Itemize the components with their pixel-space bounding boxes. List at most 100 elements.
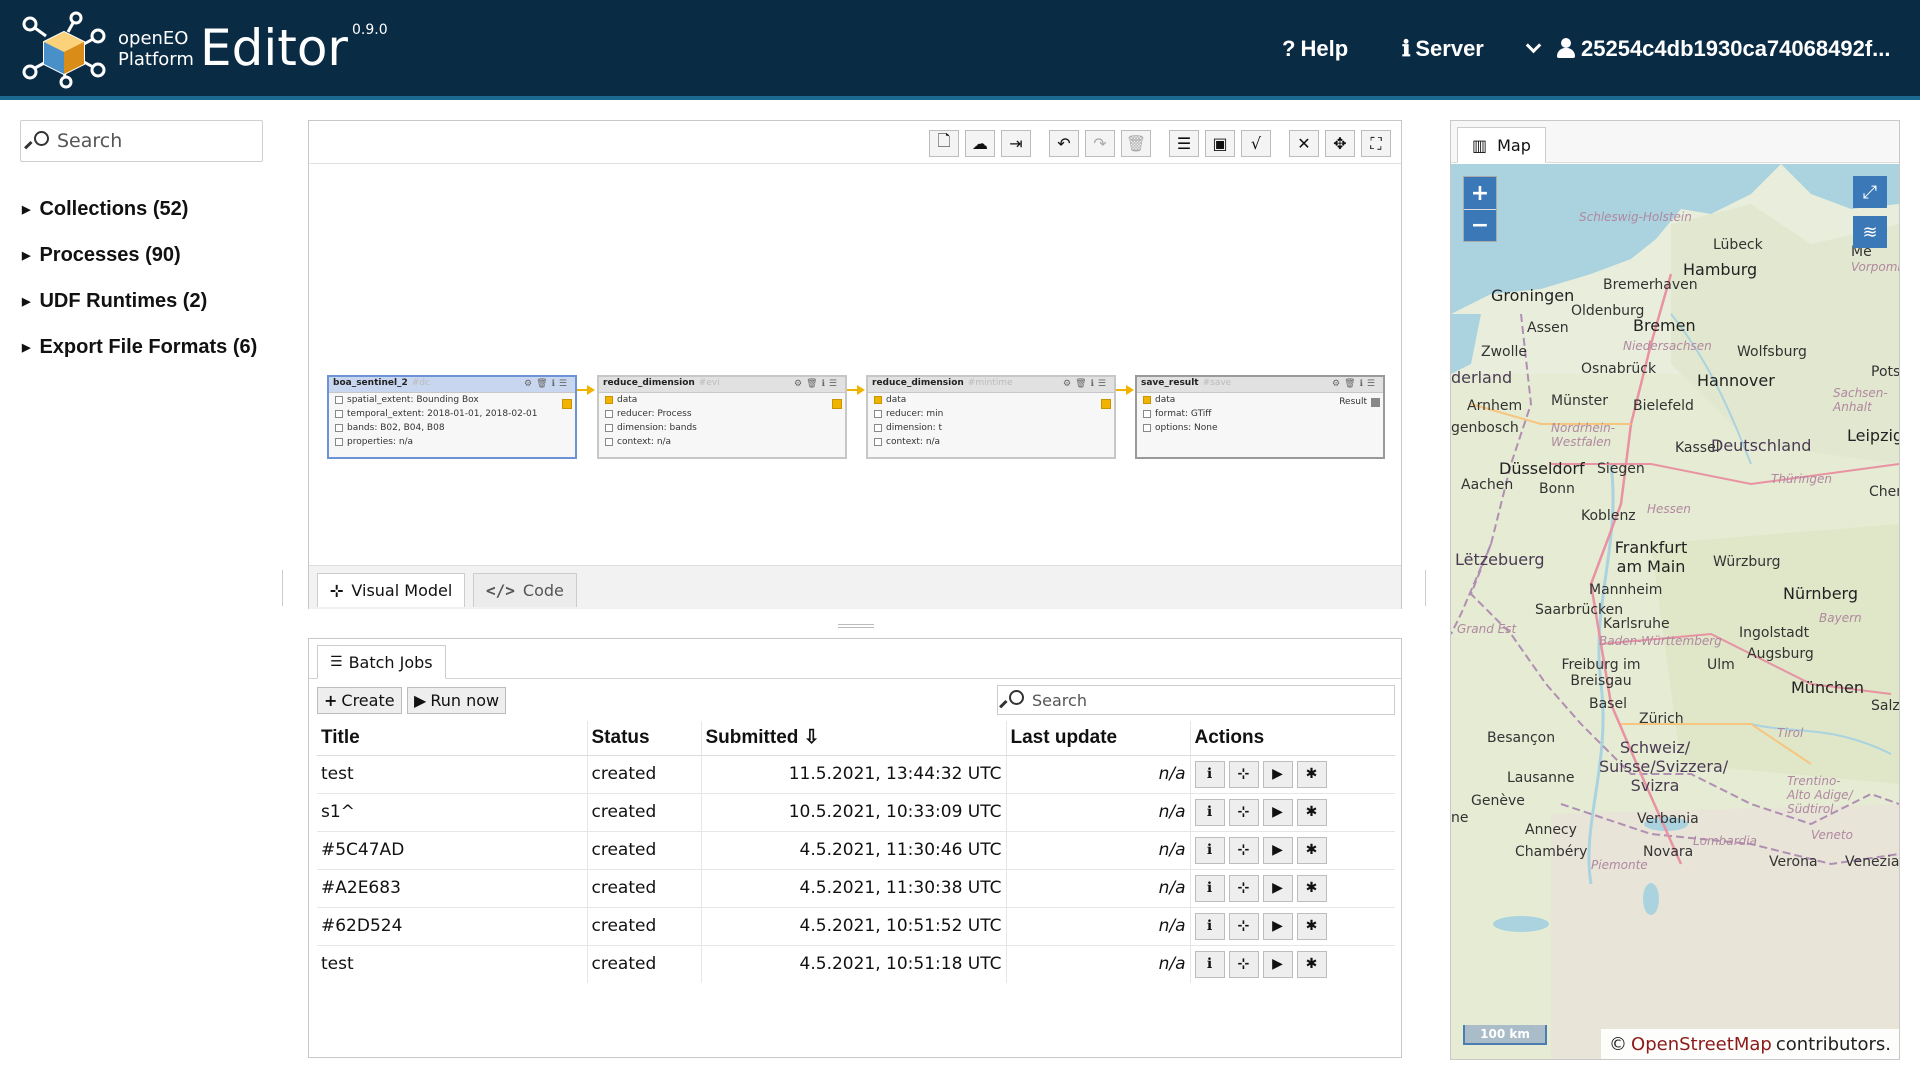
jobs-search-input[interactable]: [1030, 689, 1370, 711]
create-job-button[interactable]: + Create: [317, 687, 402, 714]
node-param[interactable]: reducer: min: [868, 407, 1114, 421]
node-param[interactable]: dimension: t: [868, 421, 1114, 435]
model-canvas[interactable]: boa_sentinel_2 #dc ⚙🗑ℹ☰ spatial_extent: B…: [309, 165, 1401, 565]
export-icon[interactable]: ⇥: [1001, 130, 1031, 157]
sidebar-item-export-formats[interactable]: ▶ Export File Formats (6): [22, 324, 257, 370]
output-port[interactable]: [832, 399, 842, 409]
node-param[interactable]: spatial_extent: Bounding Box: [329, 393, 575, 407]
node-param[interactable]: reducer: Process: [599, 407, 845, 421]
node-param[interactable]: context: n/a: [599, 435, 845, 449]
node-param[interactable]: data: [868, 393, 1114, 407]
input-port[interactable]: [605, 396, 613, 404]
node-param[interactable]: options: None: [1137, 421, 1383, 435]
result-flag[interactable]: Result: [1339, 397, 1380, 407]
table-row[interactable]: #5C47AD created 4.5.2021, 11:30:46 UTC n…: [317, 830, 1395, 869]
map-splitter[interactable]: [1425, 570, 1426, 606]
node-header[interactable]: reduce_dimension #mintime ⚙🗑ℹ☰: [868, 377, 1114, 393]
node-header[interactable]: boa_sentinel_2 #dc ⚙🗑ℹ☰: [329, 377, 575, 393]
redo-icon[interactable]: ↷: [1085, 130, 1115, 157]
model-icon[interactable]: ⊹: [1228, 760, 1259, 788]
cloud-upload-icon[interactable]: ☁: [965, 130, 995, 157]
play-icon[interactable]: ▶: [1262, 836, 1293, 864]
sidebar-item-collections[interactable]: ▶ Collections (52): [22, 186, 257, 232]
info-icon[interactable]: ℹ: [1194, 836, 1225, 864]
play-icon[interactable]: ▶: [1262, 912, 1293, 940]
sidebar-item-processes[interactable]: ▶ Processes (90): [22, 232, 257, 278]
expand-icon[interactable]: ⤢: [1853, 176, 1887, 208]
output-port[interactable]: [1101, 399, 1111, 409]
move-icon[interactable]: ✥: [1325, 130, 1355, 157]
node-param[interactable]: format: GTiff: [1137, 407, 1383, 421]
table-row[interactable]: test created 4.5.2021, 10:51:18 UTC n/a …: [317, 944, 1395, 983]
bug-icon[interactable]: ✱: [1296, 798, 1327, 826]
node-param[interactable]: data: [599, 393, 845, 407]
info-icon[interactable]: ℹ: [1194, 760, 1225, 788]
param-checkbox[interactable]: [874, 410, 882, 418]
info-icon[interactable]: ℹ: [1194, 874, 1225, 902]
play-icon[interactable]: ▶: [1262, 874, 1293, 902]
zoom-out-button[interactable]: −: [1464, 209, 1496, 241]
model-icon[interactable]: ⊹: [1228, 836, 1259, 864]
table-row[interactable]: #A2E683 created 4.5.2021, 11:30:38 UTC n…: [317, 868, 1395, 907]
process-node[interactable]: reduce_dimension #evi ⚙🗑ℹ☰ data reducer: …: [597, 375, 847, 459]
info-icon[interactable]: ℹ: [1194, 950, 1225, 978]
param-checkbox[interactable]: [605, 424, 613, 432]
osm-link[interactable]: OpenStreetMap: [1631, 1034, 1772, 1055]
column-last-update[interactable]: Last update: [1005, 721, 1190, 756]
node-action-icons[interactable]: ⚙🗑ℹ☰: [1332, 379, 1379, 389]
table-row[interactable]: #62D524 created 4.5.2021, 10:51:52 UTC n…: [317, 906, 1395, 945]
output-port[interactable]: [562, 399, 572, 409]
settings-icon[interactable]: ☰: [1169, 130, 1199, 157]
node-header[interactable]: save_result #save ⚙🗑ℹ☰: [1137, 377, 1383, 393]
map-canvas[interactable]: Schleswig-Holstein Lübeck Hamburg Bremer…: [1451, 164, 1899, 1059]
param-checkbox[interactable]: [335, 410, 343, 418]
horizontal-splitter[interactable]: [838, 624, 874, 628]
zoom-in-button[interactable]: +: [1464, 177, 1496, 209]
param-checkbox[interactable]: [605, 438, 613, 446]
column-status[interactable]: Status: [586, 721, 701, 756]
formula-icon[interactable]: √: [1241, 130, 1271, 157]
openeo-logo-icon[interactable]: [18, 10, 108, 90]
node-param[interactable]: context: n/a: [868, 435, 1114, 449]
param-checkbox[interactable]: [335, 396, 343, 404]
sidebar-search-input[interactable]: [55, 129, 245, 153]
node-param[interactable]: temporal_extent: 2018-01-01, 2018-02-01: [329, 407, 575, 421]
table-row[interactable]: test created 11.5.2021, 13:44:32 UTC n/a…: [317, 754, 1395, 793]
node-action-icons[interactable]: ⚙🗑ℹ☰: [794, 379, 841, 389]
param-checkbox[interactable]: [874, 424, 882, 432]
node-header[interactable]: reduce_dimension #evi ⚙🗑ℹ☰: [599, 377, 845, 393]
bug-icon[interactable]: ✱: [1296, 760, 1327, 788]
bug-icon[interactable]: ✱: [1296, 950, 1327, 978]
layers-icon[interactable]: ≋: [1853, 216, 1887, 248]
play-icon[interactable]: ▶: [1262, 950, 1293, 978]
parameter-icon[interactable]: ▣: [1205, 130, 1235, 157]
user-menu-button[interactable]: 25254c4db1930ca74068492f...: [1525, 36, 1890, 62]
column-submitted[interactable]: Submitted ⇩: [700, 721, 1006, 756]
param-checkbox[interactable]: [335, 438, 343, 446]
bug-icon[interactable]: ✱: [1296, 912, 1327, 940]
param-checkbox[interactable]: [1143, 424, 1151, 432]
node-param[interactable]: properties: n/a: [329, 435, 575, 449]
play-icon[interactable]: ▶: [1262, 760, 1293, 788]
input-port[interactable]: [1143, 396, 1151, 404]
server-button[interactable]: ℹ Server: [1402, 36, 1484, 62]
model-icon[interactable]: ⊹: [1228, 950, 1259, 978]
info-icon[interactable]: ℹ: [1194, 912, 1225, 940]
sidebar-splitter[interactable]: [282, 570, 283, 606]
new-file-icon[interactable]: 🗋: [929, 130, 959, 157]
undo-icon[interactable]: ↶: [1049, 130, 1079, 157]
delete-icon[interactable]: 🗑: [1121, 130, 1151, 157]
tab-visual-model[interactable]: ⊹ Visual Model: [317, 573, 466, 607]
compact-icon[interactable]: ✕: [1289, 130, 1319, 157]
model-icon[interactable]: ⊹: [1228, 874, 1259, 902]
input-port[interactable]: [874, 396, 882, 404]
process-node[interactable]: reduce_dimension #mintime ⚙🗑ℹ☰ data reduc…: [866, 375, 1116, 459]
model-icon[interactable]: ⊹: [1228, 798, 1259, 826]
tab-map[interactable]: ▥ Map: [1457, 127, 1546, 163]
sidebar-item-udf-runtimes[interactable]: ▶ UDF Runtimes (2): [22, 278, 257, 324]
bug-icon[interactable]: ✱: [1296, 836, 1327, 864]
help-button[interactable]: ? Help: [1282, 36, 1348, 62]
param-checkbox[interactable]: [874, 438, 882, 446]
process-node[interactable]: save_result #save ⚙🗑ℹ☰ data format: GTiff…: [1135, 375, 1385, 459]
node-param[interactable]: dimension: bands: [599, 421, 845, 435]
